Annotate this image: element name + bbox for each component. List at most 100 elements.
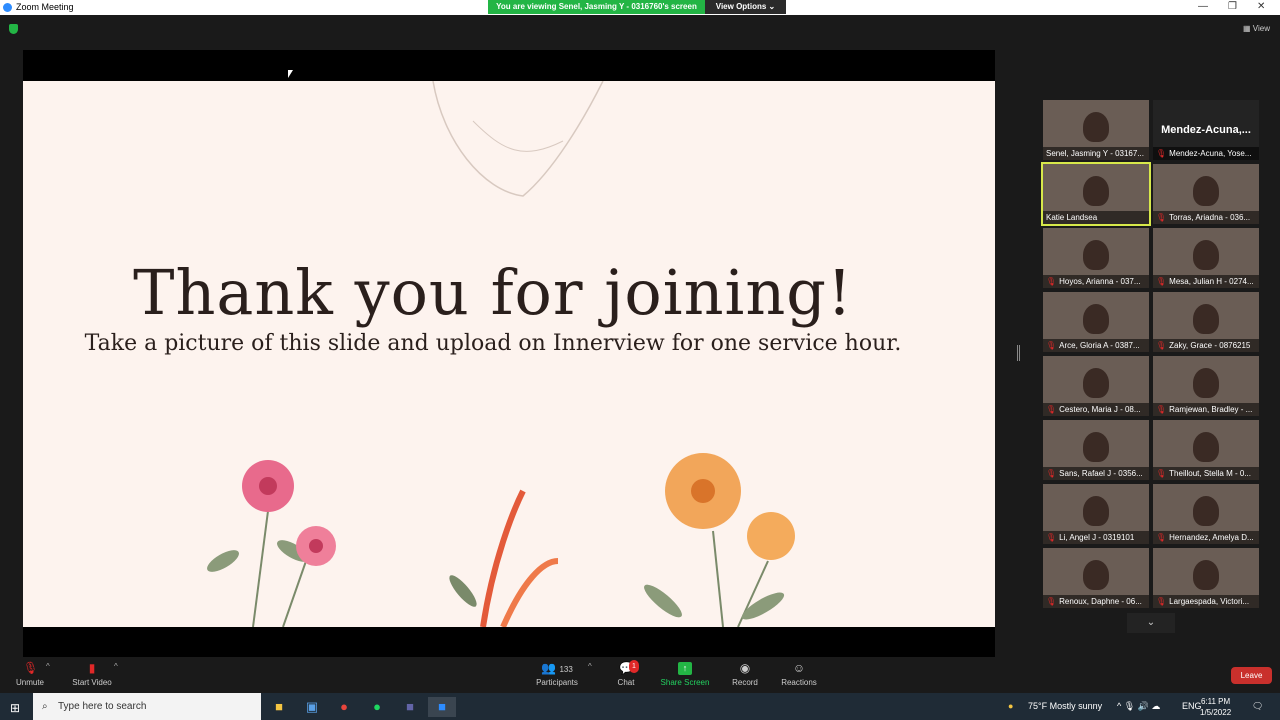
teams-icon[interactable]: ■ [396,697,424,717]
slide: Thank you for joining! Take a picture of… [23,81,995,627]
muted-mic-icon: 🎙 [1156,533,1167,542]
participant-name: 🎙 Mendez-Acuna, Yose... [1153,147,1259,160]
chrome-icon[interactable]: ● [330,697,358,717]
meeting-toolbar: 🎙 Unmute ^ ▮ Start Video ^ 👥 133 Participan… [0,658,1280,693]
chat-badge: 1 [629,660,639,673]
participant-tile[interactable]: Mendez-Acuna,... 🎙 Mendez-Acuna, Yose... [1153,100,1259,160]
view-options-button[interactable]: View Options ⌄ [705,0,786,14]
maximize-button[interactable]: ❐ [1228,1,1237,12]
share-screen-label: Share Screen [660,678,710,687]
record-label: Record [732,678,758,687]
participant-name-text: Sans, Rafael J - 0356... [1059,469,1143,478]
participant-display-name: Mendez-Acuna,... [1161,124,1251,136]
participant-name: 🎙 Sans, Rafael J - 0356... [1043,467,1149,480]
weather-text[interactable]: 75°F Mostly sunny [1028,693,1102,720]
taskbar-search-box[interactable]: ⌕ Type here to search [33,693,261,720]
participant-tile[interactable]: 🎙 Mesa, Julian H - 0274... [1153,228,1259,288]
participants-caret[interactable]: ^ [588,662,592,671]
shared-screen: Thank you for joining! Take a picture of… [23,50,995,657]
microsoft-store-icon[interactable]: ▣ [298,697,326,717]
share-screen-button[interactable]: ↑ Share Screen [660,662,710,687]
participant-video [1193,368,1219,398]
video-off-icon: ▮ [88,661,96,675]
participant-name: Katie Landsea [1043,211,1149,224]
participant-name-text: Renoux, Daphne - 06... [1059,597,1142,606]
participant-video [1083,560,1109,590]
clock[interactable]: 6:11 PM 1/5/2022 [1200,696,1231,718]
security-shield-icon[interactable] [9,24,18,34]
search-icon: ⌕ [42,701,48,712]
start-video-button[interactable]: ▮ Start Video [70,661,114,688]
participant-name: 🎙 Arce, Gloria A - 0387... [1043,339,1149,352]
weather-icon: ● [1008,701,1014,711]
notifications-icon[interactable]: 🗨 [1252,693,1263,720]
windows-taskbar: ⊞ ⌕ Type here to search ■ ▣ ● ● ■ ■ ● 75°… [0,693,1280,720]
participant-tile[interactable]: 🎙 Arce, Gloria A - 0387... [1043,292,1149,352]
participant-name: 🎙 Zaky, Grace - 0876215 [1153,339,1259,352]
participant-tile[interactable]: 🎙 Hoyos, Arianna - 037... [1043,228,1149,288]
muted-mic-icon: 🎙 [1156,341,1167,350]
participant-name: 🎙 Theillout, Stella M - 0... [1153,467,1259,480]
participant-name-text: Arce, Gloria A - 0387... [1059,341,1140,350]
unmute-button[interactable]: 🎙 Unmute [14,662,46,688]
participant-tile[interactable]: 🎙 Li, Angel J - 0319101 [1043,484,1149,544]
participant-tile[interactable]: 🎙 Torras, Ariadna - 036... [1153,164,1259,224]
participant-name-text: Katie Landsea [1046,213,1098,222]
muted-mic-icon: 🎙 [1046,597,1057,606]
participant-name-text: Mesa, Julian H - 0274... [1169,277,1254,286]
windows-start-icon[interactable]: ⊞ [10,701,20,715]
window-title: Zoom Meeting [16,2,74,12]
participant-tile[interactable]: Senel, Jasming Y - 03167... [1043,100,1149,160]
reactions-button[interactable]: ☺ Reactions [780,662,818,688]
muted-mic-icon: 🎙 [1156,277,1167,286]
file-explorer-icon[interactable]: ■ [265,697,293,717]
participants-label: Participants [536,678,578,687]
participant-name-text: Torras, Ariadna - 036... [1169,213,1251,222]
participant-tile[interactable]: 🎙 Largaespada, Victori... [1153,548,1259,608]
reactions-label: Reactions [781,678,817,687]
participant-name-text: Li, Angel J - 0319101 [1059,533,1135,542]
participant-tile[interactable]: 🎙 Zaky, Grace - 0876215 [1153,292,1259,352]
participant-video [1083,112,1109,142]
participant-name-text: Largaespada, Victori... [1169,597,1250,606]
participants-count: 133 [559,665,573,674]
participant-tile[interactable]: 🎙 Sans, Rafael J - 0356... [1043,420,1149,480]
language-indicator[interactable]: ENG [1182,693,1202,720]
participant-video [1193,432,1219,462]
participant-tile[interactable]: 🎙 Theillout, Stella M - 0... [1153,420,1259,480]
mouse-cursor-icon [288,70,293,78]
slide-title: Thank you for joining! [133,256,853,329]
participant-name-text: Mendez-Acuna, Yose... [1169,149,1252,158]
tray-icons[interactable]: ^ 🎙 🔊 ☁ [1117,693,1160,720]
zoom-taskbar-icon[interactable]: ■ [428,697,456,717]
chat-button[interactable]: 💬 1 Chat [614,660,639,687]
participant-tile[interactable]: 🎙 Ramjewan, Bradley - ... [1153,356,1259,416]
audio-options-caret[interactable]: ^ [46,662,50,671]
participant-tile[interactable]: 🎙 Renoux, Daphne - 06... [1043,548,1149,608]
participant-name-text: Hoyos, Arianna - 037... [1059,277,1141,286]
participant-name-text: Hernandez, Amelya D... [1169,533,1254,542]
participant-video [1083,496,1109,526]
record-button[interactable]: ◉ Record [730,662,760,688]
participant-tile[interactable]: 🎙 Hernandez, Amelya D... [1153,484,1259,544]
leave-button[interactable]: Leave [1231,667,1272,684]
view-button[interactable]: ▦ View [1243,24,1270,33]
participants-button[interactable]: 👥 133 Participants [534,662,580,688]
muted-mic-icon: 🎙 [1156,405,1167,414]
participant-tile[interactable]: Katie Landsea [1041,162,1151,226]
gallery-next-page-button[interactable]: ⌄ [1127,613,1175,633]
participant-name: Senel, Jasming Y - 03167... [1043,147,1149,160]
resize-handle[interactable] [1017,345,1020,361]
participant-name: 🎙 Li, Angel J - 0319101 [1043,531,1149,544]
participant-tile[interactable]: 🎙 Cestero, Maria J - 08... [1043,356,1149,416]
close-button[interactable]: ✕ [1257,1,1265,12]
unmute-label: Unmute [15,678,44,687]
zoom-logo-icon [3,3,12,12]
participant-name-text: Senel, Jasming Y - 03167... [1046,149,1144,158]
muted-mic-icon: 🎙 [1046,533,1057,542]
video-options-caret[interactable]: ^ [114,662,118,671]
participant-video [1083,176,1109,206]
minimize-button[interactable]: — [1198,1,1208,12]
view-label: View [1252,24,1270,33]
spotify-icon[interactable]: ● [363,697,391,717]
